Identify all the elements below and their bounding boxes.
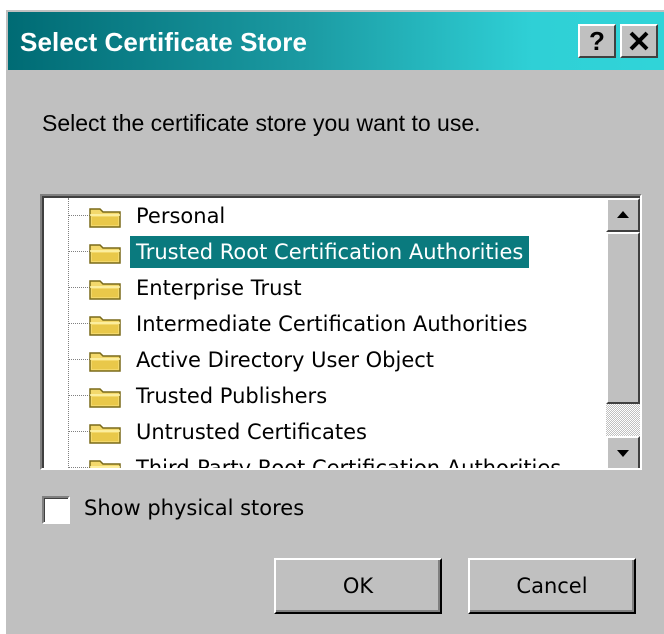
show-physical-stores-checkbox[interactable] bbox=[42, 496, 70, 524]
tree-branch-line bbox=[68, 395, 90, 396]
arrow-up-icon bbox=[617, 211, 629, 218]
tree-branch-line bbox=[68, 431, 90, 432]
tree-item-label[interactable]: Active Directory User Object bbox=[130, 344, 440, 376]
tree-item[interactable]: Untrusted Certificates bbox=[44, 414, 604, 450]
vertical-scrollbar[interactable] bbox=[606, 198, 640, 468]
tree-item-label[interactable]: Third-Party Root Certification Authoriti… bbox=[130, 452, 567, 468]
tree-branch-line bbox=[68, 323, 90, 324]
tree-item[interactable]: Active Directory User Object bbox=[44, 342, 604, 378]
title-bar[interactable]: Select Certificate Store ? bbox=[8, 12, 664, 70]
tree-item[interactable]: Third-Party Root Certification Authoriti… bbox=[44, 450, 604, 468]
certificate-store-tree[interactable]: Personal Trusted Root Certification Autho… bbox=[40, 194, 642, 470]
instruction-text: Select the certificate store you want to… bbox=[42, 110, 481, 136]
help-icon: ? bbox=[589, 25, 605, 56]
tree-item-label[interactable]: Trusted Publishers bbox=[130, 380, 333, 412]
tree-branch-line bbox=[68, 467, 90, 468]
scroll-up-button[interactable] bbox=[606, 198, 640, 232]
arrow-down-icon bbox=[617, 450, 629, 457]
tree-item[interactable]: Enterprise Trust bbox=[44, 270, 604, 306]
ok-button[interactable]: OK bbox=[274, 558, 442, 614]
folder-icon bbox=[89, 460, 121, 468]
dialog-title: Select Certificate Store bbox=[20, 27, 308, 57]
folder-icon bbox=[89, 424, 121, 444]
tree-item-label[interactable]: Personal bbox=[130, 200, 231, 232]
tree-item-label[interactable]: Intermediate Certification Authorities bbox=[130, 308, 533, 340]
tree-branch-line bbox=[68, 287, 90, 288]
folder-icon bbox=[89, 244, 121, 264]
tree-item[interactable]: Personal bbox=[44, 198, 604, 234]
tree-branch-line bbox=[68, 251, 90, 252]
help-button[interactable]: ? bbox=[578, 24, 616, 58]
close-button[interactable] bbox=[620, 24, 658, 58]
folder-icon bbox=[89, 316, 121, 336]
tree-item-label[interactable]: Trusted Root Certification Authorities bbox=[130, 236, 530, 268]
ok-button-label: OK bbox=[342, 574, 374, 598]
tree-item-label[interactable]: Untrusted Certificates bbox=[130, 416, 373, 448]
cancel-button[interactable]: Cancel bbox=[468, 558, 636, 614]
tree-item-label[interactable]: Enterprise Trust bbox=[130, 272, 308, 304]
tree-branch-line bbox=[68, 215, 90, 216]
folder-icon bbox=[89, 352, 121, 372]
tree-item[interactable]: Trusted Root Certification Authorities bbox=[44, 234, 604, 270]
cancel-button-label: Cancel bbox=[516, 574, 588, 598]
close-icon bbox=[629, 31, 649, 51]
folder-icon bbox=[89, 280, 121, 300]
tree-branch-line bbox=[68, 359, 90, 360]
show-physical-stores-label[interactable]: Show physical stores bbox=[84, 496, 304, 520]
select-certificate-store-dialog: Select Certificate Store ? Select the ce… bbox=[4, 8, 664, 634]
scroll-down-button[interactable] bbox=[606, 436, 640, 468]
tree-item[interactable]: Intermediate Certification Authorities bbox=[44, 306, 604, 342]
folder-icon bbox=[89, 388, 121, 408]
tree-item[interactable]: Trusted Publishers bbox=[44, 378, 604, 414]
folder-icon bbox=[89, 208, 121, 228]
scroll-thumb[interactable] bbox=[606, 232, 640, 404]
